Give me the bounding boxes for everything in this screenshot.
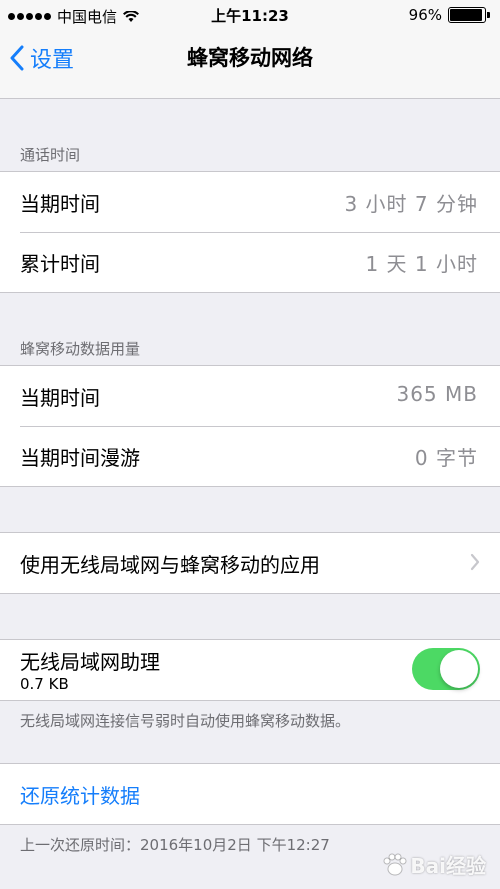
row-label: 累计时间 — [20, 252, 100, 276]
apps-using-wifi-cellular-row[interactable]: 使用无线局域网与蜂窝移动的应用 — [0, 533, 500, 593]
row-label: 当期时间 — [20, 192, 100, 216]
section-header-call-time: 通话时间 — [20, 146, 81, 164]
row-current-data: 当期时间 365 MB — [0, 366, 500, 426]
row-current-call-time: 当期时间 3 小时 7 分钟 — [0, 172, 500, 232]
call-time-group: 当期时间 3 小时 7 分钟 累计时间 1 天 1 小时 — [0, 171, 500, 293]
row-value: 1 天 1 小时 — [365, 252, 478, 276]
status-bar: 中国电信 上午11:23 96% — [0, 0, 500, 30]
cellular-data-group: 当期时间 365 MB 当期时间漫游 0 字节 — [0, 365, 500, 487]
battery-icon — [448, 7, 490, 23]
watermark-text: Bai经验 — [410, 854, 486, 878]
reset-statistics-row[interactable]: 还原统计数据 — [0, 764, 500, 824]
section-header-cellular-data: 蜂窝移动数据用量 — [20, 340, 141, 358]
row-value: 365 MB — [396, 382, 478, 406]
reset-statistics-button[interactable]: 还原统计数据 — [20, 780, 140, 809]
row-lifetime-call-time: 累计时间 1 天 1 小时 — [0, 232, 500, 292]
wifi-assist-group: 无线局域网助理 0.7 KB — [0, 639, 500, 701]
row-current-roaming: 当期时间漫游 0 字节 — [0, 426, 500, 486]
row-value: 3 小时 7 分钟 — [344, 192, 478, 216]
reset-group: 还原统计数据 — [0, 763, 500, 825]
wifi-assist-row: 无线局域网助理 0.7 KB — [0, 640, 500, 700]
battery-area: 96% — [409, 6, 490, 24]
row-label: 使用无线局域网与蜂窝移动的应用 — [20, 553, 320, 577]
row-label: 当期时间漫游 — [20, 446, 140, 470]
wifi-assist-toggle[interactable] — [412, 648, 480, 690]
chevron-right-icon — [470, 553, 480, 571]
wifi-assist-label: 无线局域网助理 — [20, 650, 160, 674]
watermark-logo: Bai经验 — [382, 850, 486, 879]
apps-group: 使用无线局域网与蜂窝移动的应用 — [0, 532, 500, 594]
wifi-assist-footer: 无线局域网连接信号弱时自动使用蜂窝移动数据。 — [20, 712, 351, 730]
row-label: 当期时间 — [20, 386, 100, 410]
toggle-knob — [440, 650, 478, 688]
row-value: 0 字节 — [414, 446, 478, 470]
last-reset-time: 上一次还原时间：2016年10月2日 下午12:27 — [20, 836, 330, 854]
battery-percentage: 96% — [408, 6, 442, 24]
page-title: 蜂窝移动网络 — [187, 46, 313, 70]
paw-icon — [383, 853, 407, 875]
navigation-bar: 设置 蜂窝移动网络 — [0, 30, 500, 99]
wifi-assist-usage: 0.7 KB — [20, 675, 69, 693]
